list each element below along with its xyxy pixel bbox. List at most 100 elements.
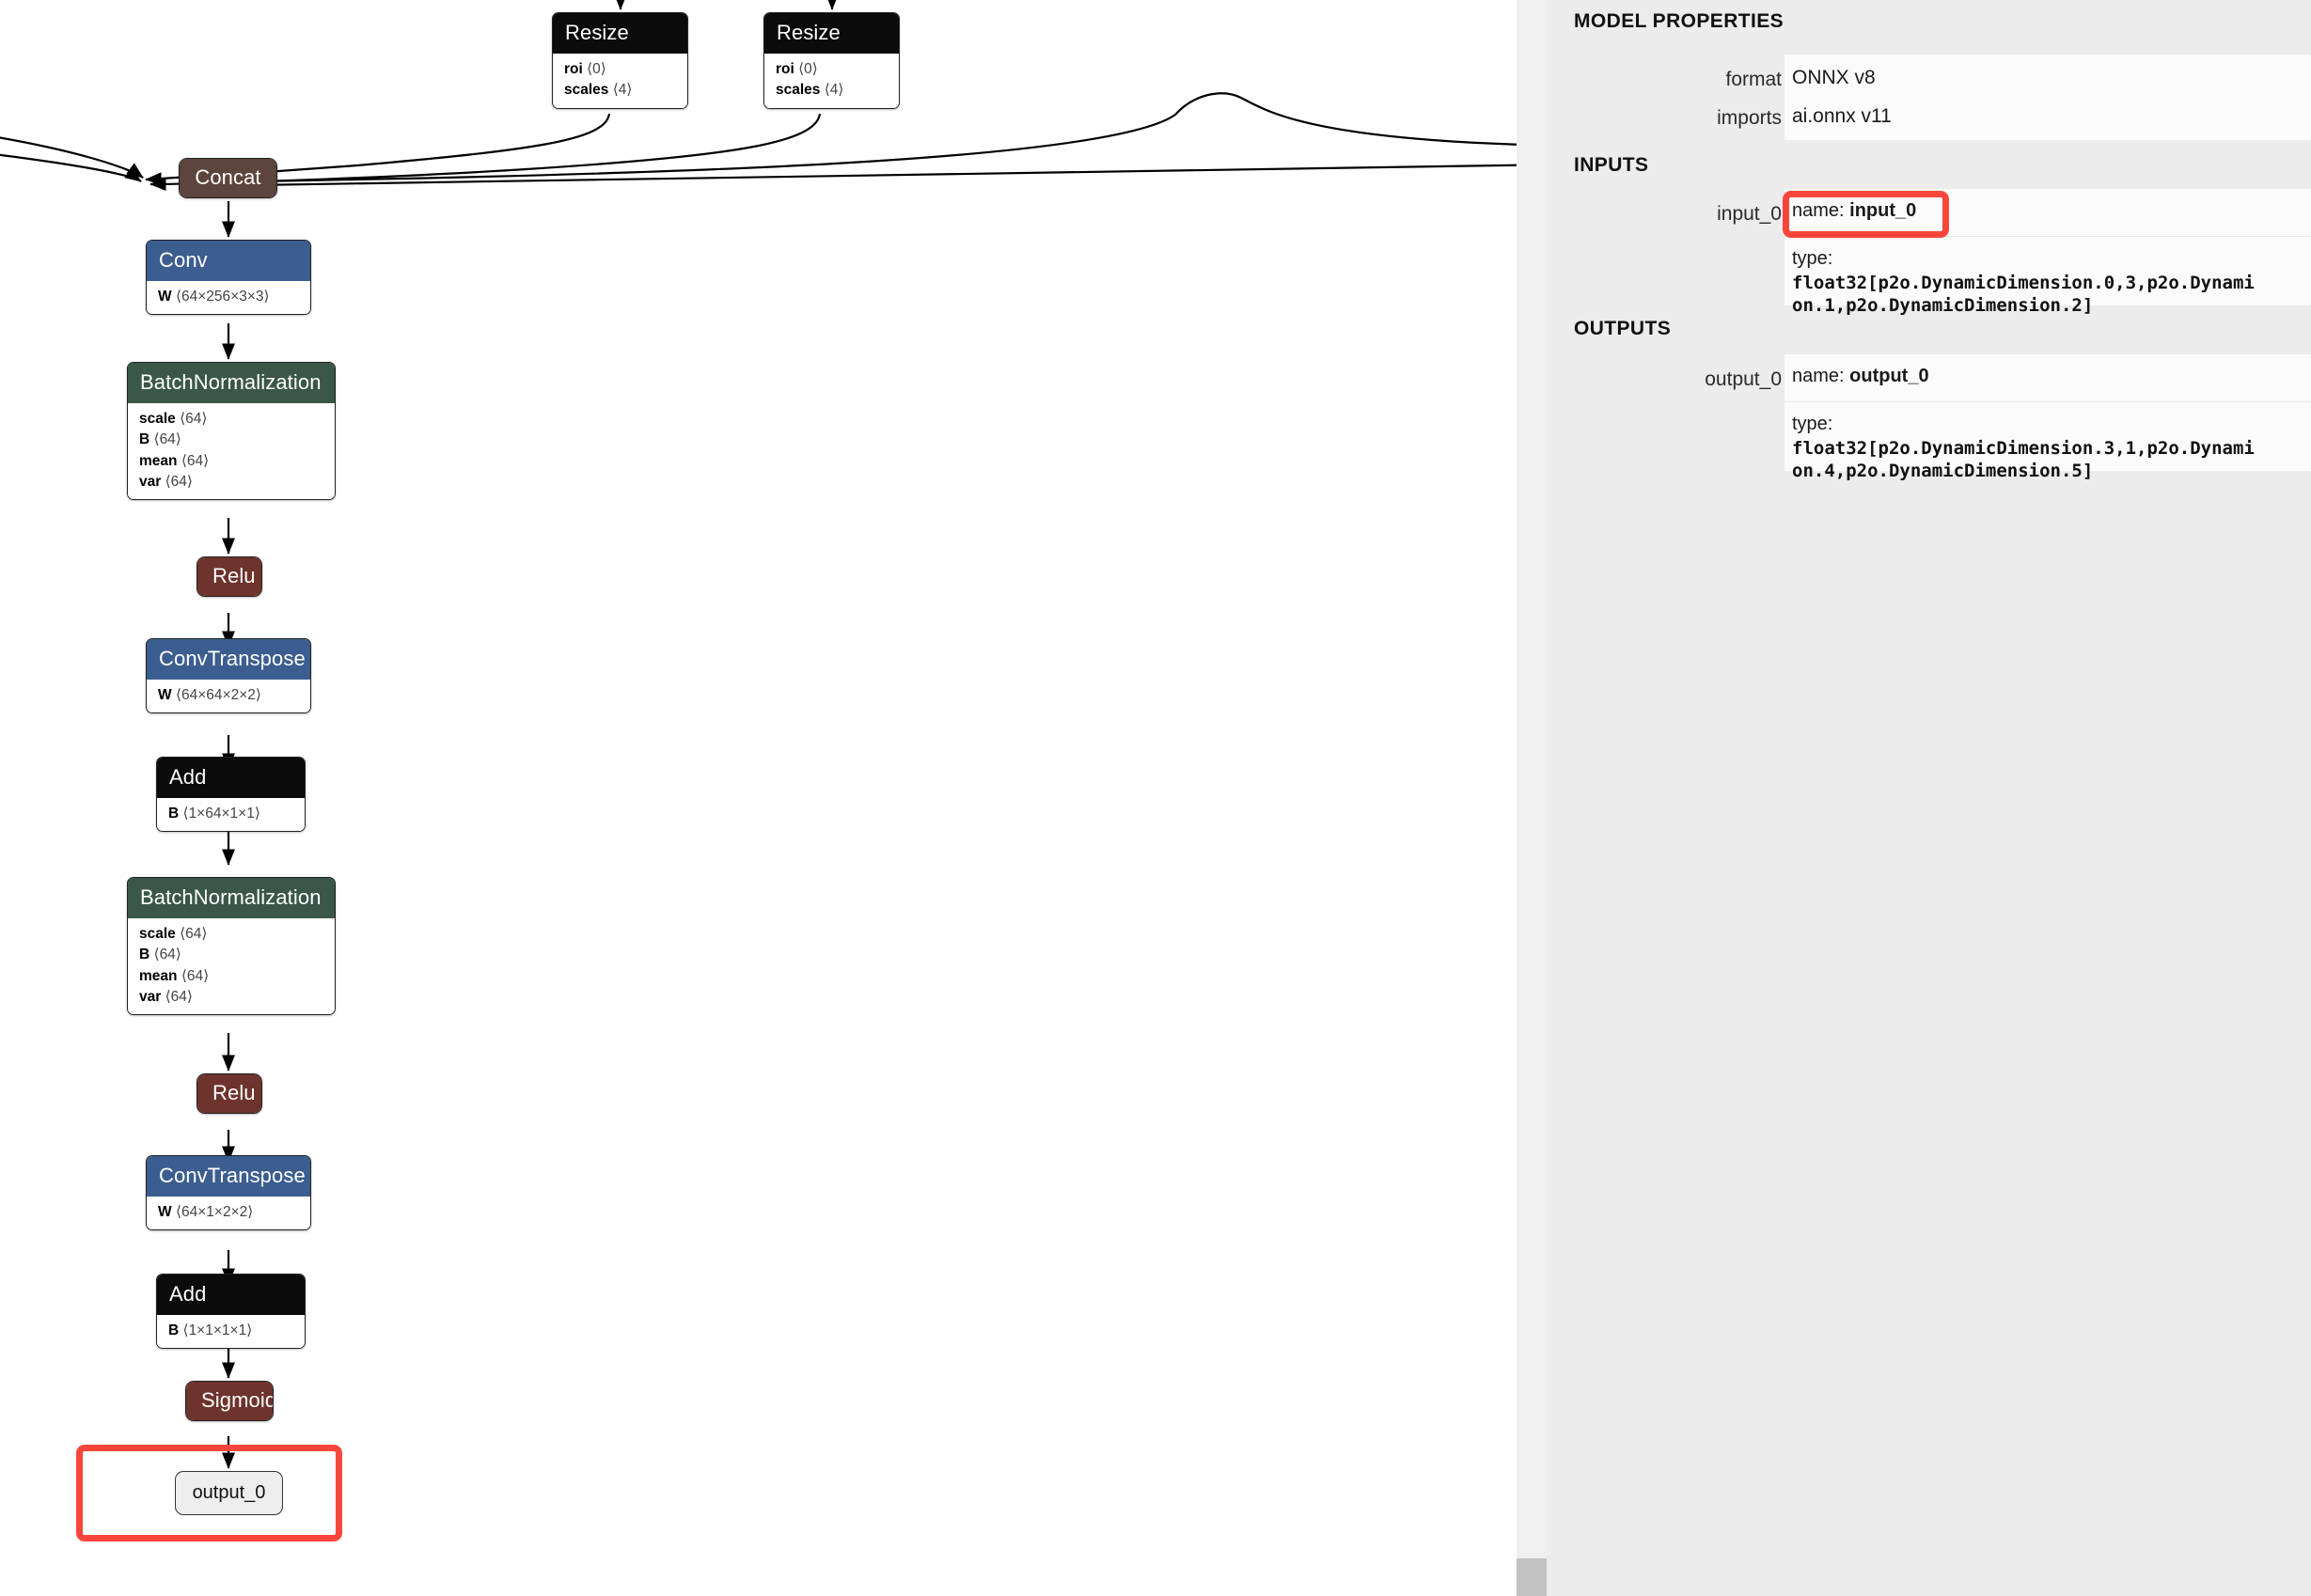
node-attribute-row: W ⟨64×64×2×2⟩ bbox=[158, 685, 299, 706]
node-title: Add bbox=[157, 758, 305, 798]
attr-name: var bbox=[139, 988, 162, 1005]
node-attribute-row: B ⟨64⟩ bbox=[139, 430, 323, 450]
input-label-input-0: input_0 bbox=[1717, 203, 1782, 225]
input-type-label: type: bbox=[1792, 248, 1833, 269]
node-attribute-row: var ⟨64⟩ bbox=[139, 472, 323, 493]
output-name-prefix: name: bbox=[1792, 366, 1850, 386]
node-attribute-row: roi ⟨0⟩ bbox=[564, 59, 676, 80]
attr-name: B bbox=[139, 947, 150, 963]
output-name-value-output-0: name: output_0 bbox=[1784, 354, 2311, 399]
attr-name: B bbox=[139, 431, 150, 448]
input-name-value-input-0: name: input_0 bbox=[1784, 189, 2311, 233]
node-title: BatchNormalization bbox=[128, 878, 335, 918]
input-name-box-input-0[interactable]: name: input_0 bbox=[1784, 189, 2311, 236]
node-attribute-row: B ⟨1×1×1×1⟩ bbox=[168, 1321, 293, 1341]
attr-value: ⟨64⟩ bbox=[181, 452, 210, 469]
section-title-outputs: OUTPUTS bbox=[1574, 318, 1672, 339]
node-attribute-row: roi ⟨0⟩ bbox=[776, 59, 888, 80]
attr-name: B bbox=[168, 806, 180, 821]
attr-name: scale bbox=[139, 411, 176, 427]
graph-node-relu-1[interactable]: Relu bbox=[197, 556, 262, 597]
node-attributes: scale ⟨64⟩ B ⟨64⟩ mean ⟨64⟩ var ⟨64⟩ bbox=[128, 403, 335, 500]
node-attribute-row: B ⟨64⟩ bbox=[139, 945, 323, 965]
graph-node-convtranspose-1[interactable]: ConvTranspose W ⟨64×64×2×2⟩ bbox=[146, 638, 311, 714]
property-value-box-imports[interactable]: ai.onnx v11 bbox=[1784, 93, 2311, 140]
node-attributes: roi ⟨0⟩ scales ⟨4⟩ bbox=[553, 54, 687, 108]
section-title-inputs: INPUTS bbox=[1574, 154, 1649, 176]
node-attributes: W ⟨64×256×3×3⟩ bbox=[147, 281, 310, 315]
graph-node-add-2[interactable]: Add B ⟨1×1×1×1⟩ bbox=[156, 1274, 306, 1350]
property-value-imports: ai.onnx v11 bbox=[1792, 105, 1892, 127]
graph-node-batchnormalization-1[interactable]: BatchNormalization scale ⟨64⟩ B ⟨64⟩ mea… bbox=[127, 362, 336, 501]
attr-name: roi bbox=[776, 61, 794, 77]
node-attributes: W ⟨64×1×2×2⟩ bbox=[147, 1197, 310, 1230]
graph-node-conv[interactable]: Conv W ⟨64×256×3×3⟩ bbox=[146, 240, 311, 316]
property-label-imports: imports bbox=[1717, 107, 1782, 129]
attr-value: ⟨64×64×2×2⟩ bbox=[175, 687, 261, 703]
attr-value: ⟨64⟩ bbox=[181, 967, 210, 984]
graph-node-batchnormalization-2[interactable]: BatchNormalization scale ⟨64⟩ B ⟨64⟩ mea… bbox=[127, 877, 336, 1016]
input-type-line-1: float32[p2o.DynamicDimension.0,3,p2o.Dyn… bbox=[1792, 272, 2255, 293]
output-name-box-output-0[interactable]: name: output_0 bbox=[1784, 354, 2311, 401]
node-attributes: B ⟨1×64×1×1⟩ bbox=[157, 798, 305, 832]
canvas-scrollbar-thumb[interactable] bbox=[1517, 1558, 1547, 1596]
output-type-line-1: float32[p2o.DynamicDimension.3,1,p2o.Dyn… bbox=[1792, 437, 2255, 459]
model-sidebar: MODEL PROPERTIES format ONNX v8 imports … bbox=[1547, 0, 2311, 1596]
attr-name: mean bbox=[139, 452, 178, 469]
output-label-output-0: output_0 bbox=[1705, 368, 1782, 390]
attr-name: W bbox=[158, 687, 172, 703]
graph-node-resize-1[interactable]: Resize roi ⟨0⟩ scales ⟨4⟩ bbox=[552, 12, 688, 109]
input-name-prefix: name: bbox=[1792, 200, 1850, 221]
attr-name: scale bbox=[139, 926, 176, 942]
node-title: Concat bbox=[180, 159, 276, 197]
attr-value: ⟨64×256×3×3⟩ bbox=[175, 289, 270, 305]
node-title: Relu bbox=[197, 1074, 261, 1113]
attr-value: ⟨64⟩ bbox=[165, 988, 193, 1005]
node-attributes: B ⟨1×1×1×1⟩ bbox=[157, 1315, 305, 1349]
canvas-vertical-scrollbar[interactable] bbox=[1517, 0, 1547, 1596]
node-title: Sigmoid bbox=[186, 1382, 273, 1420]
node-title: Resize bbox=[553, 13, 687, 54]
attr-name: var bbox=[139, 473, 162, 490]
node-attribute-row: mean ⟨64⟩ bbox=[139, 451, 323, 472]
node-attributes: W ⟨64×64×2×2⟩ bbox=[147, 680, 310, 713]
attr-value: ⟨64⟩ bbox=[180, 926, 208, 942]
graph-node-relu-2[interactable]: Relu bbox=[197, 1073, 262, 1114]
attr-value: ⟨1×64×1×1⟩ bbox=[182, 806, 260, 821]
attr-value: ⟨0⟩ bbox=[798, 61, 818, 77]
attr-name: B bbox=[168, 1322, 180, 1338]
attr-name: W bbox=[158, 289, 172, 305]
node-attribute-row: scale ⟨64⟩ bbox=[139, 924, 323, 945]
node-title: ConvTranspose bbox=[147, 639, 310, 680]
graph-output-label: output_0 bbox=[192, 1482, 266, 1503]
node-attribute-row: W ⟨64×1×2×2⟩ bbox=[158, 1202, 299, 1223]
node-title: Conv bbox=[147, 241, 310, 281]
attr-value: ⟨64⟩ bbox=[165, 473, 193, 490]
node-attribute-row: var ⟨64⟩ bbox=[139, 987, 323, 1008]
attr-value: ⟨64⟩ bbox=[180, 411, 208, 427]
attr-value: ⟨4⟩ bbox=[824, 82, 844, 99]
node-attribute-row: mean ⟨64⟩ bbox=[139, 966, 323, 987]
graph-output-node-output-0[interactable]: output_0 bbox=[175, 1471, 283, 1515]
input-name-text: input_0 bbox=[1849, 200, 1917, 221]
output-type-label: type: bbox=[1792, 414, 1833, 434]
property-label-format: format bbox=[1725, 69, 1782, 90]
attr-name: scales bbox=[564, 82, 609, 99]
graph-canvas[interactable]: Resize roi ⟨0⟩ scales ⟨4⟩ Resize roi ⟨0⟩… bbox=[0, 0, 1517, 1596]
node-title: Resize bbox=[764, 13, 899, 54]
input-type-box-input-0[interactable]: type: float32[p2o.DynamicDimension.0,3,p… bbox=[1784, 237, 2311, 316]
output-type-box-output-0[interactable]: type: float32[p2o.DynamicDimension.3,1,p… bbox=[1784, 402, 2311, 481]
attr-value: ⟨64⟩ bbox=[153, 947, 181, 963]
node-title: Add bbox=[157, 1275, 305, 1315]
node-attributes: roi ⟨0⟩ scales ⟨4⟩ bbox=[764, 54, 899, 108]
node-title: Relu bbox=[197, 557, 261, 596]
graph-node-resize-2[interactable]: Resize roi ⟨0⟩ scales ⟨4⟩ bbox=[763, 12, 900, 109]
graph-node-concat[interactable]: Concat bbox=[179, 158, 277, 198]
node-attributes: scale ⟨64⟩ B ⟨64⟩ mean ⟨64⟩ var ⟨64⟩ bbox=[128, 918, 335, 1015]
graph-node-convtranspose-2[interactable]: ConvTranspose W ⟨64×1×2×2⟩ bbox=[146, 1155, 311, 1231]
graph-node-sigmoid[interactable]: Sigmoid bbox=[185, 1381, 274, 1421]
attr-value: ⟨0⟩ bbox=[587, 61, 606, 77]
node-title: ConvTranspose bbox=[147, 1156, 310, 1197]
node-title: BatchNormalization bbox=[128, 363, 335, 403]
graph-node-add-1[interactable]: Add B ⟨1×64×1×1⟩ bbox=[156, 757, 306, 833]
